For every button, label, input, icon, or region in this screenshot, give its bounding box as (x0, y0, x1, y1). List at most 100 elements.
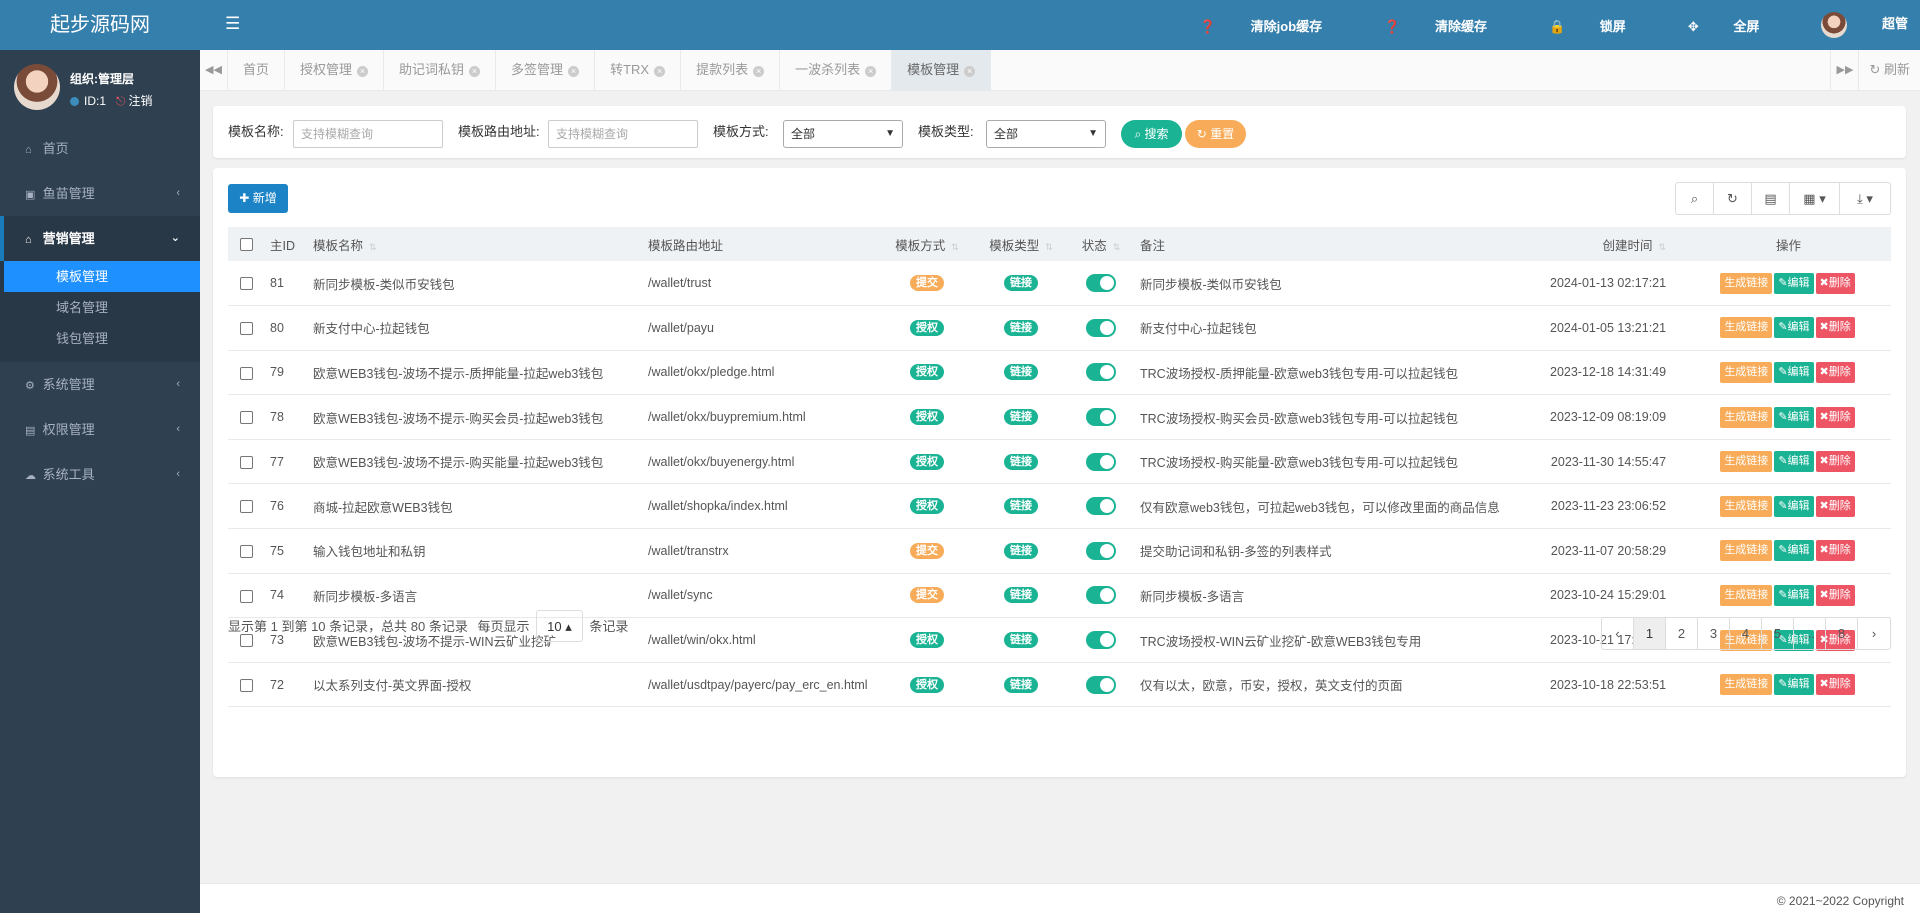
delete-button[interactable]: ✖删除 (1815, 540, 1855, 562)
row-checkbox[interactable] (240, 500, 253, 514)
table-row[interactable]: 77 欧意WEB3钱包-波场不提示-购买能量-拉起web3钱包 /wallet/… (228, 439, 1891, 484)
page-button[interactable]: 3 (1698, 618, 1730, 649)
row-checkbox[interactable] (240, 589, 253, 603)
page-button[interactable]: 5 (1762, 618, 1794, 649)
sidebar-item-marketing[interactable]: ⌂ 营销管理 ⌄ (0, 216, 200, 261)
status-toggle[interactable] (1086, 363, 1116, 382)
status-toggle[interactable] (1086, 675, 1116, 694)
col-method[interactable]: 模板方式 ⇅ (880, 227, 974, 261)
toggle-view-button[interactable]: ▤ (1752, 183, 1790, 214)
table-row[interactable]: 78 欧意WEB3钱包-波场不提示-购买会员-拉起web3钱包 /wallet/… (228, 395, 1891, 440)
sidebar-item-system[interactable]: ⚙ 系统管理 ‹ (0, 362, 200, 407)
fullscreen-button[interactable]: ✥ 全屏 (1657, 16, 1760, 35)
tab-item[interactable]: 多签管理 × (496, 50, 596, 90)
edit-button[interactable]: ✎编辑 (1774, 674, 1814, 696)
select-all-checkbox[interactable] (240, 238, 253, 252)
row-checkbox[interactable] (240, 321, 253, 335)
delete-button[interactable]: ✖删除 (1815, 584, 1855, 606)
table-row[interactable]: 72 以太系列支付-英文界面-授权 /wallet/usdtpay/payerc… (228, 662, 1891, 707)
col-id[interactable]: 主ID (264, 227, 307, 261)
table-row[interactable]: 76 商城-拉起欧意WEB3钱包 /wallet/shopka/index.ht… (228, 484, 1891, 529)
page-button[interactable]: 1 (1634, 618, 1666, 649)
search-button[interactable]: ⌕ 搜索 (1121, 120, 1182, 148)
close-icon[interactable]: × (654, 66, 666, 77)
next-page-button[interactable]: › (1858, 618, 1890, 649)
tab-item[interactable]: 转TRX × (595, 50, 682, 90)
lock-screen-button[interactable]: 🔒 锁屏 (1518, 16, 1626, 35)
brand-logo[interactable]: 起步源码网 (0, 0, 200, 50)
edit-button[interactable]: ✎编辑 (1774, 317, 1814, 339)
tab-item[interactable]: 助记词私钥 × (384, 50, 497, 90)
delete-button[interactable]: ✖删除 (1815, 495, 1855, 517)
refresh-button[interactable]: ↻ (1714, 183, 1752, 214)
row-checkbox[interactable] (240, 455, 253, 469)
user-menu[interactable]: 超管 (1790, 12, 1908, 38)
generate-link-button[interactable]: 生成链接 (1720, 451, 1773, 473)
col-type[interactable]: 模板类型 ⇅ (974, 227, 1068, 261)
row-checkbox[interactable] (240, 678, 253, 692)
columns-button[interactable]: ▦ ▾ (1790, 183, 1840, 214)
search-toggle-button[interactable]: ⌕ (1676, 183, 1714, 214)
sidebar-item-home[interactable]: ⌂ 首页 (0, 126, 200, 171)
table-row[interactable]: 81 新同步模板-类似币安钱包 /wallet/trust 提交 链接 新同步模… (228, 261, 1891, 306)
tab-item[interactable]: 一波杀列表 × (780, 50, 893, 90)
generate-link-button[interactable]: 生成链接 (1720, 272, 1773, 294)
table-row[interactable]: 80 新支付中心-拉起钱包 /wallet/payu 授权 链接 新支付中心-拉… (228, 306, 1891, 351)
tab-item[interactable]: 模板管理 × (892, 50, 992, 90)
status-toggle[interactable] (1086, 541, 1116, 560)
edit-button[interactable]: ✎编辑 (1774, 451, 1814, 473)
per-page-select[interactable]: 10 ▴ (536, 610, 583, 642)
close-icon[interactable]: × (753, 66, 765, 77)
status-toggle[interactable] (1086, 586, 1116, 605)
delete-button[interactable]: ✖删除 (1815, 406, 1855, 428)
close-icon[interactable]: × (964, 66, 976, 77)
edit-button[interactable]: ✎编辑 (1774, 406, 1814, 428)
page-button[interactable]: 4 (1730, 618, 1762, 649)
delete-button[interactable]: ✖删除 (1815, 317, 1855, 339)
close-icon[interactable]: × (568, 66, 580, 77)
table-row[interactable]: 79 欧意WEB3钱包-波场不提示-质押能量-拉起web3钱包 /wallet/… (228, 350, 1891, 395)
sidebar-subitem-wallets[interactable]: 钱包管理 (0, 323, 200, 354)
sidebar-subitem-domains[interactable]: 域名管理 (0, 292, 200, 323)
edit-button[interactable]: ✎编辑 (1774, 540, 1814, 562)
page-button[interactable]: 8 (1826, 618, 1858, 649)
edit-button[interactable]: ✎编辑 (1774, 272, 1814, 294)
template-method-select[interactable]: 全部 ▼ (783, 120, 903, 148)
sidebar-subitem-templates[interactable]: 模板管理 (4, 261, 200, 292)
edit-button[interactable]: ✎编辑 (1774, 361, 1814, 383)
refresh-tab-button[interactable]: ↻ 刷新 (1858, 50, 1920, 90)
col-route[interactable]: 模板路由地址 (642, 227, 880, 261)
col-note[interactable]: 备注 (1134, 227, 1544, 261)
table-row[interactable]: 75 输入钱包地址和私钥 /wallet/transtrx 提交 链接 提交助记… (228, 529, 1891, 574)
generate-link-button[interactable]: 生成链接 (1720, 540, 1773, 562)
status-toggle[interactable] (1086, 274, 1116, 293)
export-button[interactable]: ⤓ ▾ (1840, 183, 1890, 214)
col-status[interactable]: 状态 ⇅ (1068, 227, 1134, 261)
clear-job-cache-button[interactable]: ❓ 清除job缓存 (1169, 16, 1322, 35)
tab-item[interactable]: 首页 (228, 50, 286, 90)
col-name[interactable]: 模板名称 ⇅ (307, 227, 642, 261)
avatar[interactable] (14, 64, 60, 110)
tab-item[interactable]: 提款列表 × (681, 50, 781, 90)
delete-button[interactable]: ✖删除 (1815, 451, 1855, 473)
sidebar-item-tools[interactable]: ☁ 系统工具 ‹ (0, 452, 200, 497)
generate-link-button[interactable]: 生成链接 (1720, 674, 1773, 696)
edit-button[interactable]: ✎编辑 (1774, 584, 1814, 606)
sidebar-item-fry[interactable]: ▣ 鱼苗管理 ‹ (0, 171, 200, 216)
clear-cache-button[interactable]: ❓ 清除缓存 (1353, 16, 1487, 35)
add-button[interactable]: ✚ 新增 (228, 184, 288, 213)
tab-scroll-right-icon[interactable]: ▶▶ (1830, 50, 1858, 90)
prev-page-button[interactable]: ‹ (1602, 618, 1634, 649)
template-route-input[interactable]: 支持模糊查询 (548, 120, 698, 148)
col-created[interactable]: 创建时间 ⇅ (1544, 227, 1686, 261)
tab-scroll-left-icon[interactable]: ◀◀ (200, 50, 228, 90)
status-toggle[interactable] (1086, 631, 1116, 650)
close-icon[interactable]: × (357, 66, 369, 77)
tab-item[interactable]: 授权管理 × (285, 50, 385, 90)
generate-link-button[interactable]: 生成链接 (1720, 584, 1773, 606)
close-icon[interactable]: × (865, 66, 877, 77)
template-name-input[interactable]: 支持模糊查询 (293, 120, 443, 148)
delete-button[interactable]: ✖删除 (1815, 272, 1855, 294)
delete-button[interactable]: ✖删除 (1815, 674, 1855, 696)
sidebar-item-permission[interactable]: ▤ 权限管理 ‹ (0, 407, 200, 452)
